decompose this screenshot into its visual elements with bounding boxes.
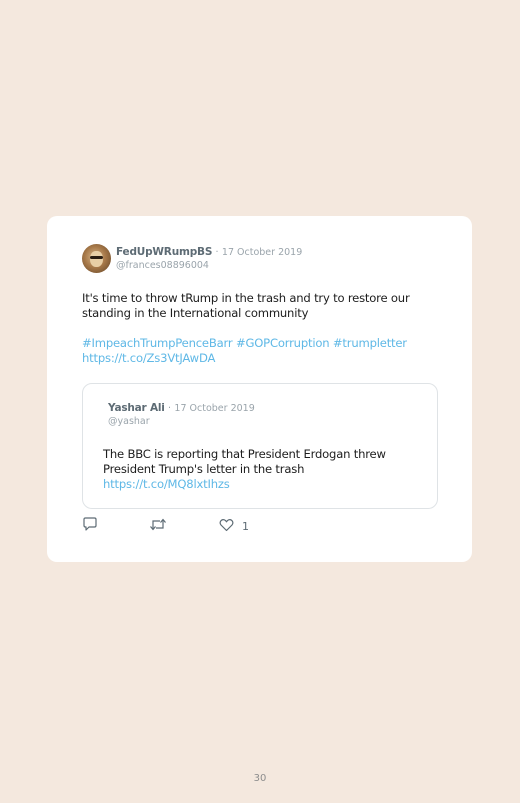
- quoted-date[interactable]: 17 October 2019: [174, 403, 254, 414]
- tweet-hashtags: #ImpeachTrumpPenceBarr #GOPCorruption #t…: [82, 336, 452, 366]
- heart-icon: [219, 517, 234, 536]
- like-button[interactable]: 1: [219, 518, 249, 534]
- reply-icon: [82, 516, 98, 536]
- avatar-face: [90, 251, 103, 267]
- quoted-text-body: The BBC is reporting that President Erdo…: [103, 447, 386, 476]
- retweet-button[interactable]: [149, 518, 167, 534]
- author-line: FedUpWRumpBS · 17 October 2019: [116, 246, 302, 258]
- date-separator: ·: [215, 247, 219, 258]
- quoted-author-name[interactable]: Yashar Ali: [108, 402, 165, 414]
- reply-button[interactable]: [82, 516, 98, 536]
- author-name[interactable]: FedUpWRumpBS: [116, 246, 212, 258]
- hashtag-gop[interactable]: #GOPCorruption: [236, 336, 330, 350]
- quoted-link[interactable]: https://t.co/MQ8lxtIhzs: [103, 477, 230, 491]
- retweet-icon: [149, 517, 167, 536]
- quoted-tweet[interactable]: Yashar Ali · 17 October 2019 @yashar The…: [82, 383, 438, 509]
- hashtag-impeach[interactable]: #ImpeachTrumpPenceBarr: [82, 336, 233, 350]
- quoted-author-line: Yashar Ali · 17 October 2019: [108, 402, 255, 414]
- author-handle[interactable]: @frances08896004: [116, 260, 209, 271]
- tweet-date[interactable]: 17 October 2019: [222, 247, 302, 258]
- page-number: 30: [253, 773, 267, 784]
- quoted-text: The BBC is reporting that President Erdo…: [103, 447, 423, 492]
- tweet-card: FedUpWRumpBS · 17 October 2019 @frances0…: [47, 216, 472, 562]
- author-avatar[interactable]: [82, 244, 111, 273]
- tweet-link[interactable]: https://t.co/Zs3VtJAwDA: [82, 351, 215, 365]
- avatar-glasses: [90, 256, 103, 259]
- tweet-text: It's time to throw tRump in the trash an…: [82, 291, 410, 320]
- tweet-actions: 1: [82, 516, 282, 536]
- like-count: 1: [242, 519, 249, 533]
- quoted-date-separator: ·: [168, 403, 172, 414]
- hashtag-trumpletter[interactable]: #trumpletter: [333, 336, 407, 350]
- quoted-handle[interactable]: @yashar: [108, 416, 150, 427]
